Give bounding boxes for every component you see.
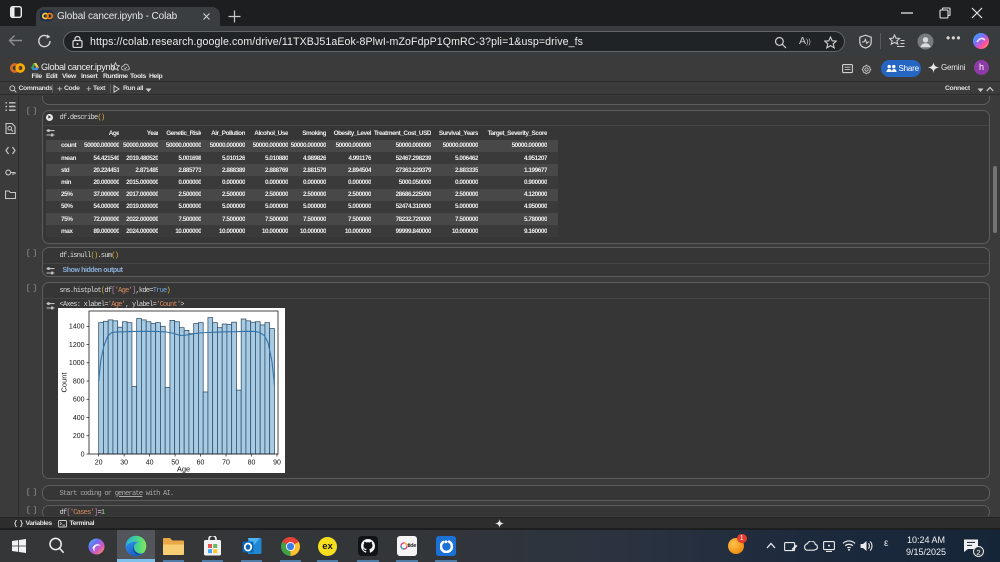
svg-text:60: 60 xyxy=(197,460,205,467)
svg-text:1000: 1000 xyxy=(69,360,85,367)
svg-text:30: 30 xyxy=(120,460,128,467)
svg-text:70: 70 xyxy=(222,460,230,467)
svg-text:1200: 1200 xyxy=(69,342,85,349)
svg-text:600: 600 xyxy=(73,397,85,404)
svg-text:Age: Age xyxy=(177,465,190,474)
svg-text:90: 90 xyxy=(273,460,281,467)
svg-text:200: 200 xyxy=(73,433,85,440)
svg-text:400: 400 xyxy=(73,415,85,422)
svg-text:800: 800 xyxy=(73,378,85,385)
svg-text:Count: Count xyxy=(60,372,69,393)
svg-text:1400: 1400 xyxy=(69,324,85,331)
svg-text:80: 80 xyxy=(248,460,256,467)
svg-text:20: 20 xyxy=(95,460,103,467)
svg-text:0: 0 xyxy=(81,451,85,458)
svg-text:40: 40 xyxy=(146,460,154,467)
